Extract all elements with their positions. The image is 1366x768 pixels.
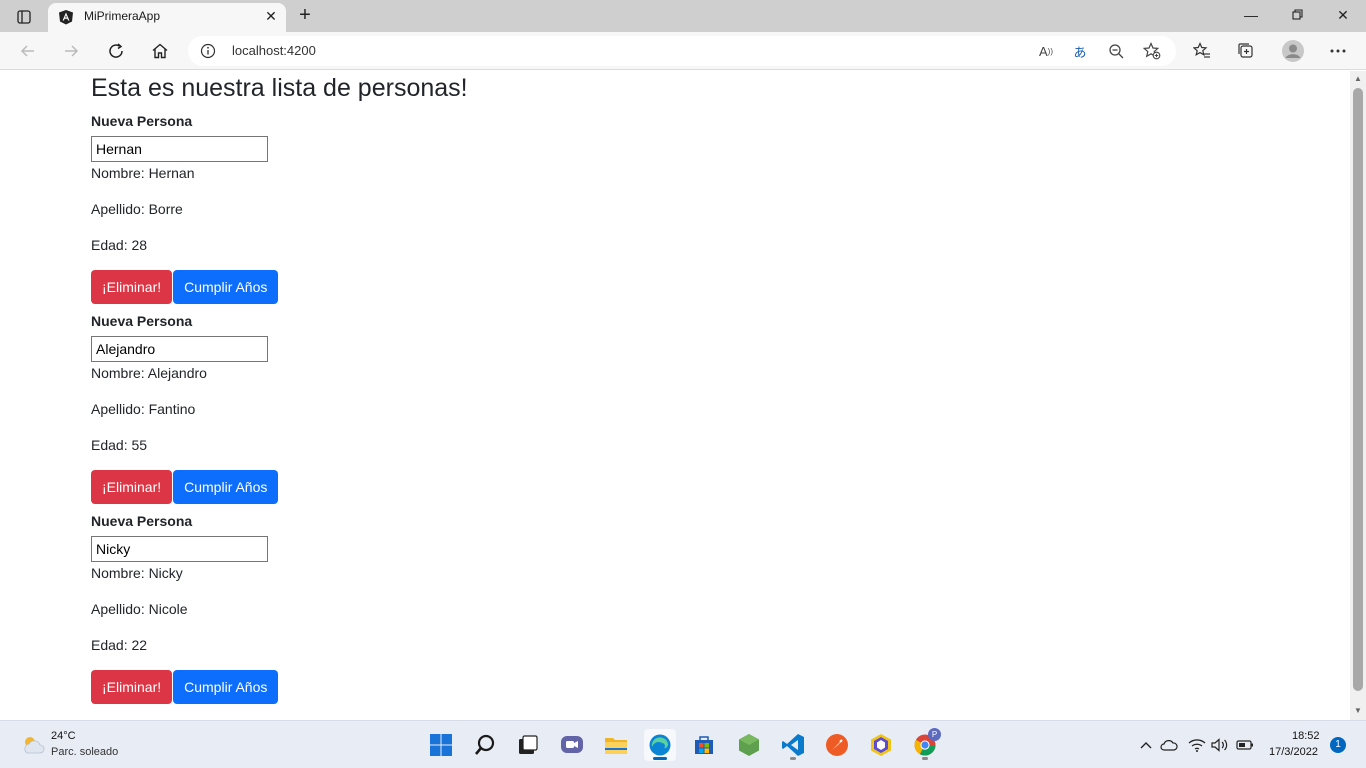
task-view-icon[interactable] bbox=[512, 729, 544, 761]
site-info-icon[interactable] bbox=[200, 43, 216, 59]
edge-icon[interactable] bbox=[644, 729, 676, 761]
persona-card: Nueva Persona Nombre: Nicky Apellido: Ni… bbox=[91, 512, 691, 704]
persona-actions: ¡Eliminar! Cumplir Años bbox=[91, 470, 691, 504]
persona-name-input[interactable] bbox=[91, 336, 268, 362]
store-icon[interactable] bbox=[688, 729, 720, 761]
birthday-button[interactable]: Cumplir Años bbox=[173, 270, 279, 304]
clock-date[interactable]: 17/3/2022 bbox=[1269, 746, 1318, 758]
birthday-button[interactable]: Cumplir Años bbox=[173, 470, 279, 504]
nodejs-icon[interactable] bbox=[733, 729, 765, 761]
persona-heading: Nueva Persona bbox=[91, 513, 193, 529]
insomnia-icon[interactable] bbox=[865, 729, 897, 761]
file-explorer-icon[interactable] bbox=[600, 729, 632, 761]
teams-chat-icon[interactable] bbox=[556, 729, 588, 761]
persona-nombre: Nombre: Nicky bbox=[91, 565, 183, 581]
new-tab-icon[interactable]: + bbox=[294, 5, 316, 27]
page-title: Esta es nuestra lista de personas! bbox=[91, 74, 468, 102]
delete-button[interactable]: ¡Eliminar! bbox=[91, 670, 173, 704]
persona-edad: Edad: 55 bbox=[91, 437, 148, 453]
start-icon[interactable] bbox=[425, 729, 457, 761]
profile-avatar[interactable] bbox=[1280, 38, 1306, 64]
scroll-down-icon[interactable]: ▼ bbox=[1354, 707, 1362, 715]
add-favorite-icon[interactable] bbox=[1142, 41, 1162, 61]
page-viewport: Esta es nuestra lista de personas! Nueva… bbox=[0, 71, 1350, 720]
read-aloud-icon[interactable]: A)) bbox=[1036, 41, 1056, 61]
restore-icon[interactable] bbox=[1286, 4, 1308, 26]
clock-time[interactable]: 18:52 bbox=[1292, 730, 1320, 742]
persona-apellido: Apellido: Nicole bbox=[91, 601, 188, 617]
persona-nombre: Nombre: Alejandro bbox=[91, 365, 207, 381]
persona-card: Nueva Persona Nombre: Hernan Apellido: B… bbox=[91, 112, 691, 304]
chrome-profile-badge: P bbox=[928, 728, 941, 741]
close-window-icon[interactable]: ✕ bbox=[1332, 4, 1354, 26]
chrome-icon[interactable]: P bbox=[909, 728, 941, 761]
main-content: Esta es nuestra lista de personas! Nueva… bbox=[91, 71, 691, 704]
persona-edad: Edad: 28 bbox=[91, 237, 148, 253]
persona-name-input[interactable] bbox=[91, 136, 268, 162]
search-icon[interactable] bbox=[469, 729, 501, 761]
persona-name-input[interactable] bbox=[91, 536, 268, 562]
running-app-indicator bbox=[790, 757, 796, 760]
browser-tab[interactable]: MiPrimeraApp ✕ bbox=[48, 3, 286, 32]
delete-button[interactable]: ¡Eliminar! bbox=[91, 270, 173, 304]
browser-toolbar: localhost:4200 A)) あ bbox=[0, 32, 1366, 70]
page-scrollbar[interactable]: ▲ ▼ bbox=[1350, 71, 1366, 720]
angular-icon bbox=[58, 9, 74, 25]
taskbar: 24°C Parc. soleado P 18:52 17/3/2022 1 bbox=[0, 720, 1366, 768]
persona-apellido: Apellido: Borre bbox=[91, 201, 183, 217]
active-app-indicator bbox=[653, 757, 667, 760]
persona-nombre: Nombre: Hernan bbox=[91, 165, 195, 181]
zoom-out-icon[interactable] bbox=[1106, 41, 1126, 61]
scrollbar-thumb[interactable] bbox=[1353, 88, 1363, 691]
running-app-indicator bbox=[922, 757, 928, 760]
weather-icon[interactable] bbox=[20, 733, 46, 757]
back-icon[interactable] bbox=[15, 38, 41, 64]
tab-actions-icon[interactable] bbox=[10, 6, 38, 28]
translate-icon[interactable]: あ bbox=[1070, 41, 1090, 61]
chevron-up-icon[interactable] bbox=[1137, 736, 1155, 754]
refresh-icon[interactable] bbox=[103, 38, 129, 64]
persona-heading: Nueva Persona bbox=[91, 313, 193, 329]
minimize-icon[interactable]: — bbox=[1240, 4, 1262, 26]
tab-title: MiPrimeraApp bbox=[84, 9, 161, 23]
vscode-icon[interactable] bbox=[777, 729, 809, 761]
persona-heading: Nueva Persona bbox=[91, 113, 193, 129]
close-tab-icon[interactable]: ✕ bbox=[262, 7, 280, 25]
notification-badge[interactable]: 1 bbox=[1330, 737, 1346, 753]
postman-icon[interactable] bbox=[821, 729, 853, 761]
persona-card: Nueva Persona Nombre: Alejandro Apellido… bbox=[91, 312, 691, 504]
persona-apellido: Apellido: Fantino bbox=[91, 401, 196, 417]
weather-temperature[interactable]: 24°C bbox=[51, 730, 76, 742]
favorites-icon[interactable] bbox=[1191, 40, 1213, 62]
address-bar[interactable]: localhost:4200 A)) あ bbox=[188, 36, 1176, 66]
scroll-up-icon[interactable]: ▲ bbox=[1354, 75, 1362, 83]
forward-icon[interactable] bbox=[58, 38, 84, 64]
persona-actions: ¡Eliminar! Cumplir Años bbox=[91, 270, 691, 304]
weather-description[interactable]: Parc. soleado bbox=[51, 746, 118, 758]
onedrive-icon[interactable] bbox=[1160, 736, 1178, 754]
battery-icon[interactable] bbox=[1236, 736, 1254, 754]
collections-icon[interactable] bbox=[1235, 40, 1257, 62]
persona-actions: ¡Eliminar! Cumplir Años bbox=[91, 670, 691, 704]
url-text[interactable]: localhost:4200 bbox=[232, 43, 316, 58]
more-menu-icon[interactable] bbox=[1327, 40, 1349, 62]
wifi-icon[interactable] bbox=[1188, 736, 1206, 754]
home-icon[interactable] bbox=[147, 38, 173, 64]
tab-bar: MiPrimeraApp ✕ + — ✕ bbox=[0, 0, 1366, 32]
persona-edad: Edad: 22 bbox=[91, 637, 148, 653]
volume-icon[interactable] bbox=[1211, 736, 1229, 754]
delete-button[interactable]: ¡Eliminar! bbox=[91, 470, 173, 504]
birthday-button[interactable]: Cumplir Años bbox=[173, 670, 279, 704]
